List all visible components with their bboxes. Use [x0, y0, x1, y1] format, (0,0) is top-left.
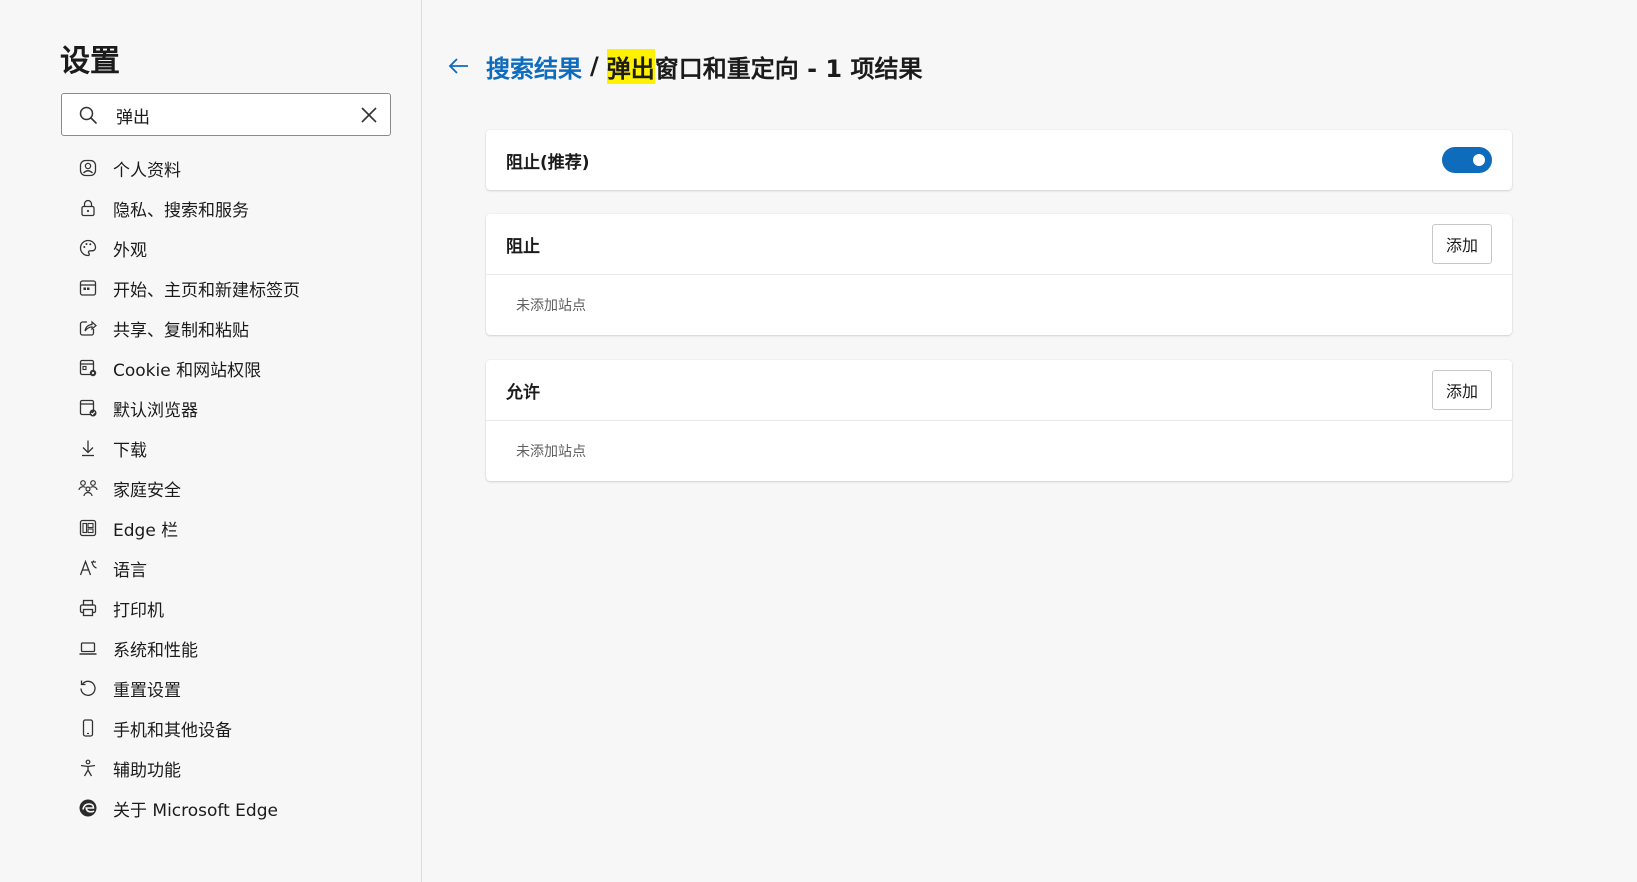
- close-icon[interactable]: [360, 106, 378, 124]
- block-list-title: 阻止: [506, 236, 540, 257]
- cookie-permissions-icon: [77, 357, 99, 379]
- arrow-left-icon[interactable]: [446, 53, 472, 79]
- profile-icon: [77, 157, 99, 179]
- sidebar-item-label: 默认浏览器: [113, 400, 198, 421]
- sidebar-item-share[interactable]: 共享、复制和粘贴: [60, 308, 400, 348]
- default-browser-icon: [77, 397, 99, 419]
- sidebar-item-cookies[interactable]: Cookie 和网站权限: [60, 348, 400, 388]
- sidebar-item-default-browser[interactable]: 默认浏览器: [60, 388, 400, 428]
- lock-icon: [77, 197, 99, 219]
- sidebar-item-system[interactable]: 系统和性能: [60, 628, 400, 668]
- printer-icon: [77, 597, 99, 619]
- sidebar-item-label: 系统和性能: [113, 640, 198, 661]
- breadcrumb-separator: /: [590, 52, 599, 80]
- phone-icon: [77, 717, 99, 739]
- sidebar-item-privacy[interactable]: 隐私、搜索和服务: [60, 188, 400, 228]
- allow-list-header: 允许 添加: [486, 360, 1512, 420]
- sidebar-item-label: 辅助功能: [113, 760, 181, 781]
- sidebar-item-label: Cookie 和网站权限: [113, 360, 262, 381]
- search-icon: [79, 106, 97, 124]
- sidebar-item-label: 开始、主页和新建标签页: [113, 280, 300, 301]
- sidebar-item-profile[interactable]: 个人资料: [60, 148, 400, 188]
- settings-sidebar: 设置 个人资料: [0, 0, 422, 882]
- sidebar-item-label: 手机和其他设备: [113, 720, 232, 741]
- block-add-button[interactable]: 添加: [1432, 224, 1492, 264]
- allow-add-button[interactable]: 添加: [1432, 370, 1492, 410]
- sidebar-item-accessibility[interactable]: 辅助功能: [60, 748, 400, 788]
- sidebar-item-downloads[interactable]: 下载: [60, 428, 400, 468]
- laptop-icon: [77, 637, 99, 659]
- sidebar-item-label: 家庭安全: [113, 480, 181, 501]
- breadcrumb: 搜索结果 / 弹出 窗口和重定向 - 1 项结果: [446, 46, 923, 86]
- block-list-empty-text: 未添加站点: [516, 298, 586, 314]
- sidebar-item-label: 语言: [113, 560, 147, 581]
- family-icon: [77, 477, 99, 499]
- block-popups-toggle[interactable]: [1442, 147, 1492, 173]
- sidebar-item-appearance[interactable]: 外观: [60, 228, 400, 268]
- toggle-knob: [1473, 154, 1485, 166]
- sidebar-item-phone[interactable]: 手机和其他设备: [60, 708, 400, 748]
- download-icon: [77, 437, 99, 459]
- page-title: 窗口和重定向 - 1 项结果: [654, 54, 923, 83]
- main-content: 搜索结果 / 弹出 窗口和重定向 - 1 项结果 阻止(推荐) 阻止 添加 未添加…: [422, 0, 1637, 882]
- sidebar-item-family[interactable]: 家庭安全: [60, 468, 400, 508]
- search-term-highlight: 弹出: [606, 48, 655, 84]
- sidebar-item-label: 下载: [113, 440, 147, 461]
- block-list-card: 阻止 添加 未添加站点: [486, 214, 1512, 335]
- block-recommended-label: 阻止(推荐): [506, 152, 590, 173]
- edge-bar-icon: [77, 517, 99, 539]
- home-tab-icon: [77, 277, 99, 299]
- palette-icon: [77, 237, 99, 259]
- settings-nav: 个人资料 隐私、搜索和服务 外观 开始、主页和新建标签页 共享、复制和粘贴 Co…: [60, 148, 400, 828]
- block-recommended-row: 阻止(推荐): [486, 130, 1512, 190]
- sidebar-item-label: 个人资料: [113, 160, 181, 181]
- sidebar-item-label: 外观: [113, 240, 147, 261]
- allow-list-empty-text: 未添加站点: [516, 444, 586, 460]
- reset-icon: [77, 677, 99, 699]
- search-input[interactable]: [116, 100, 346, 130]
- sidebar-item-label: 共享、复制和粘贴: [113, 320, 249, 341]
- sidebar-item-printers[interactable]: 打印机: [60, 588, 400, 628]
- edge-logo-icon: [77, 797, 99, 819]
- block-recommended-card: 阻止(推荐): [486, 130, 1512, 190]
- settings-window: 设置 个人资料: [0, 0, 1637, 882]
- breadcrumb-search-results-link[interactable]: 搜索结果: [486, 49, 582, 84]
- allow-list-card: 允许 添加 未添加站点: [486, 360, 1512, 481]
- allow-list-title: 允许: [506, 382, 540, 403]
- sidebar-item-label: 隐私、搜索和服务: [113, 200, 249, 221]
- sidebar-title: 设置: [60, 44, 120, 79]
- sidebar-item-label: 重置设置: [113, 680, 181, 701]
- share-icon: [77, 317, 99, 339]
- language-icon: [77, 557, 99, 579]
- sidebar-item-start-home[interactable]: 开始、主页和新建标签页: [60, 268, 400, 308]
- sidebar-item-edge-bar[interactable]: Edge 栏: [60, 508, 400, 548]
- sidebar-item-reset[interactable]: 重置设置: [60, 668, 400, 708]
- sidebar-item-label: Edge 栏: [113, 520, 179, 541]
- sidebar-item-about[interactable]: 关于 Microsoft Edge: [60, 788, 400, 828]
- sidebar-item-language[interactable]: 语言: [60, 548, 400, 588]
- block-list-header: 阻止 添加: [486, 214, 1512, 274]
- search-box[interactable]: [61, 93, 391, 136]
- sidebar-item-label: 关于 Microsoft Edge: [113, 800, 278, 821]
- sidebar-item-label: 打印机: [113, 600, 164, 621]
- accessibility-icon: [77, 757, 99, 779]
